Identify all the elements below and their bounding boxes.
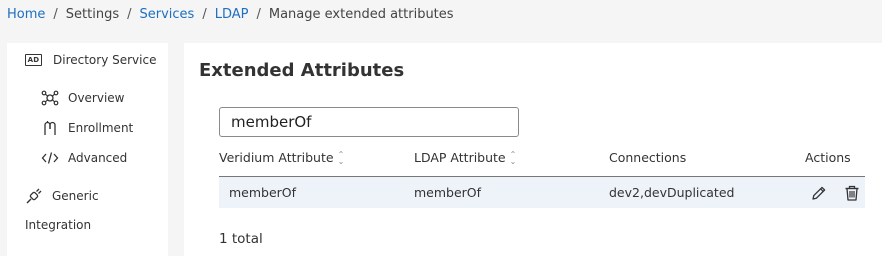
search-input[interactable] xyxy=(219,107,519,137)
sidebar-item-label: Integration xyxy=(25,218,92,232)
breadcrumb-ldap[interactable]: LDAP xyxy=(215,7,249,22)
sidebar-item-label: Enrollment xyxy=(68,121,134,135)
sidebar-item-enrollment[interactable]: Enrollment xyxy=(41,120,133,136)
sort-icon[interactable]: ⌃ ⌄ xyxy=(338,150,345,165)
sidebar-item-generic-integration[interactable]: Generic xyxy=(25,188,99,204)
breadcrumb-separator: / xyxy=(202,7,207,22)
sidebar-item-overview[interactable]: Overview xyxy=(41,90,125,106)
breadcrumb-separator: / xyxy=(53,7,58,22)
sort-icon[interactable]: ⌃ ⌄ xyxy=(510,150,517,165)
cell-ldap-attribute: memberOf xyxy=(414,185,482,200)
enrollment-icon xyxy=(44,121,56,135)
sidebar-item-label: Overview xyxy=(68,91,125,105)
page-title: Extended Attributes xyxy=(199,60,405,81)
sidebar-item-label: Generic xyxy=(52,189,99,203)
delete-icon[interactable] xyxy=(843,184,861,202)
total-count: 1 total xyxy=(219,231,263,247)
breadcrumb-services[interactable]: Services xyxy=(140,7,195,22)
main-panel: Extended Attributes Veridium Attribute ⌃… xyxy=(184,43,882,256)
cell-connections: dev2,devDuplicated xyxy=(609,185,735,200)
column-header-connections: Connections xyxy=(609,150,687,165)
edit-icon[interactable] xyxy=(810,184,828,202)
ad-icon: AD xyxy=(25,54,42,66)
cell-veridium-attribute: memberOf xyxy=(229,185,297,200)
plug-icon xyxy=(26,188,42,204)
code-icon xyxy=(41,152,59,164)
breadcrumb-settings: Settings xyxy=(65,7,120,22)
sidebar-item-label: Advanced xyxy=(68,151,128,165)
sidebar-item-directory-service[interactable]: AD Directory Service xyxy=(25,53,156,67)
breadcrumb-separator: / xyxy=(127,7,132,22)
overview-icon xyxy=(41,90,59,106)
column-header-actions: Actions xyxy=(805,150,851,165)
table-row xyxy=(219,177,865,208)
sidebar-item-advanced[interactable]: Advanced xyxy=(41,150,127,166)
breadcrumb-current: Manage extended attributes xyxy=(268,7,454,22)
breadcrumb-separator: / xyxy=(256,7,261,22)
column-header-label: Veridium Attribute xyxy=(219,150,334,165)
column-header-ldap-attribute[interactable]: LDAP Attribute ⌃ ⌄ xyxy=(414,150,516,165)
column-header-veridium-attribute[interactable]: Veridium Attribute ⌃ ⌄ xyxy=(219,150,344,165)
sidebar: AD Directory Service Overview Enrollment xyxy=(7,43,168,256)
sidebar-item-label: Directory Service xyxy=(53,53,157,67)
breadcrumb-home[interactable]: Home xyxy=(7,7,45,22)
column-header-label: LDAP Attribute xyxy=(414,150,506,165)
breadcrumb: Home / Settings / Services / LDAP / Mana… xyxy=(7,7,454,22)
